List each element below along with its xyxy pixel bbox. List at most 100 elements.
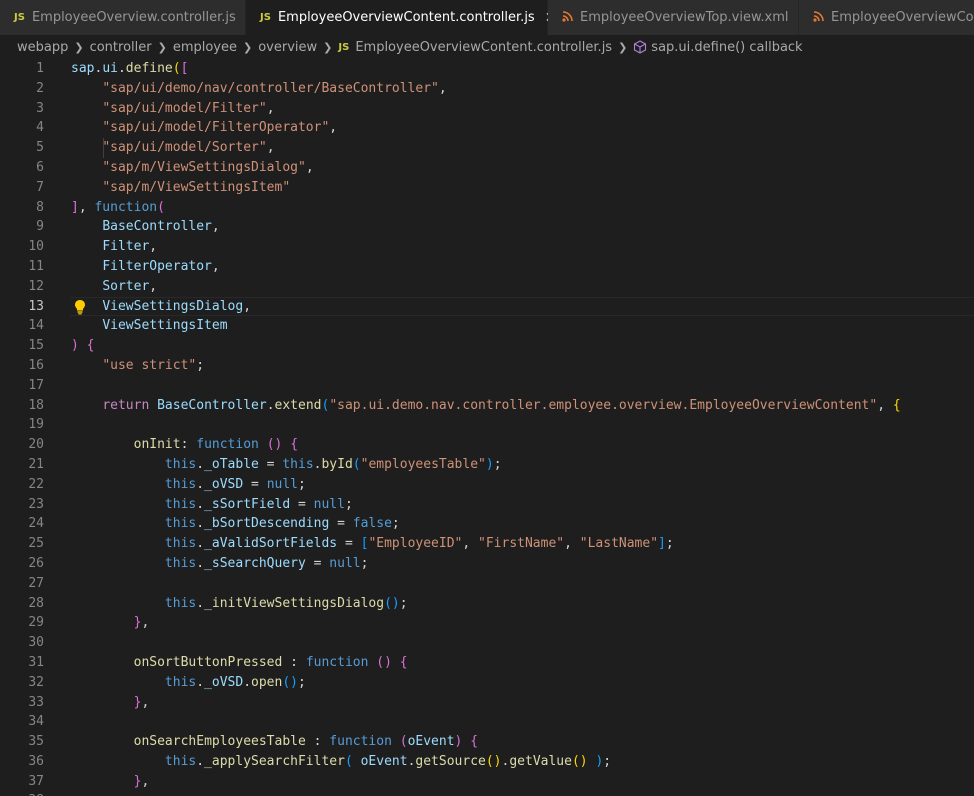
code-line[interactable]: 34 — [0, 712, 974, 732]
code-line[interactable]: 36 this._applySearchFilter( oEvent.getSo… — [0, 752, 974, 772]
code-token: ( — [352, 456, 361, 472]
code-line[interactable]: 14 ViewSettingsItem — [0, 316, 974, 336]
code-line[interactable]: 31 onSortButtonPressed : function () { — [0, 653, 974, 673]
breadcrumb-file[interactable]: EmployeeOverviewContent.controller.js — [355, 40, 612, 55]
code-token: return — [102, 397, 150, 413]
line-number: 10 — [28, 239, 44, 255]
code-line[interactable]: 26 this._sSearchQuery = null; — [0, 554, 974, 574]
code-token: false — [352, 516, 392, 532]
code-token: , — [266, 140, 275, 156]
tab-3[interactable]: EmployeeOverviewTop.view.xml — [548, 0, 799, 35]
code-line[interactable]: 6 "sap/m/ViewSettingsDialog", — [0, 158, 974, 178]
code-token: , — [141, 773, 150, 789]
code-token: this — [164, 555, 197, 571]
code-line[interactable]: 33 }, — [0, 693, 974, 713]
code-line[interactable]: 38 — [0, 791, 974, 796]
code-token: ; — [665, 536, 674, 552]
code-token: getSource — [415, 753, 486, 769]
code-token: sap — [71, 61, 95, 76]
code-token: . — [196, 555, 205, 571]
line-number: 5 — [36, 140, 44, 156]
code-line[interactable]: 24 this._bSortDescending = false; — [0, 514, 974, 534]
line-code: this._oTable = this.byId("employeesTable… — [71, 455, 502, 475]
code-editor[interactable]: 1 sap.ui.define([2 "sap/ui/demo/nav/contr… — [0, 59, 974, 796]
code-line[interactable]: 12 Sorter, — [0, 277, 974, 297]
editor-tab-bar: JS EmployeeOverview.controller.js JS Employ… — [0, 0, 974, 35]
code-line[interactable]: 9 BaseController, — [0, 217, 974, 237]
code-line[interactable]: 5 "sap/ui/model/Sorter", — [0, 138, 974, 158]
code-line[interactable]: 37 }, — [0, 772, 974, 792]
code-token: this — [164, 496, 197, 512]
code-line[interactable]: 16 "use strict"; — [0, 356, 974, 376]
line-number: 4 — [36, 120, 44, 136]
code-line[interactable]: 20 onInit: function () { — [0, 435, 974, 455]
line-number: 34 — [28, 714, 44, 730]
code-line[interactable]: 10 Filter, — [0, 237, 974, 257]
code-line[interactable]: 29 }, — [0, 613, 974, 633]
code-token: . — [196, 516, 205, 532]
line-code: this._initViewSettingsDialog(); — [71, 594, 408, 614]
lightbulb-icon[interactable] — [74, 299, 86, 315]
code-token: FilterOperator — [102, 258, 212, 274]
tab-2[interactable]: JSEmployeeOverviewContent.controller.js✕ — [246, 0, 556, 35]
breadcrumb-item[interactable]: overview — [258, 40, 317, 55]
line-code: this._sSortField = null; — [71, 495, 353, 515]
code-line[interactable]: 22 this._oVSD = null; — [0, 475, 974, 495]
line-code: ) { — [71, 336, 94, 356]
code-token: ; — [298, 476, 306, 492]
line-number: 29 — [28, 615, 44, 631]
tab-1[interactable]: JS EmployeeOverview.controller.js — [0, 0, 246, 35]
code-line[interactable]: 4 "sap/ui/model/FilterOperator", — [0, 118, 974, 138]
code-line[interactable]: 7 "sap/m/ViewSettingsItem" — [0, 178, 974, 198]
code-line[interactable]: 3 "sap/ui/model/Filter", — [0, 99, 974, 119]
code-token: : — [305, 734, 330, 750]
code-line[interactable]: 21 this._oTable = this.byId("employeesTa… — [0, 455, 974, 475]
code-line[interactable]: 18 return BaseController.extend("sap.ui.… — [0, 396, 974, 416]
code-token: _oVSD — [204, 674, 244, 690]
chevron-right-icon: ❯ — [74, 40, 84, 54]
breadcrumb-item[interactable]: controller — [90, 40, 152, 55]
code-line[interactable]: 2 "sap/ui/demo/nav/controller/BaseContro… — [0, 79, 974, 99]
code-line[interactable]: 8], function( — [0, 198, 974, 218]
code-token: . — [243, 674, 252, 690]
code-token: Filter — [102, 239, 150, 255]
code-line[interactable]: 32 this._oVSD.open(); — [0, 673, 974, 693]
code-line[interactable]: 11 FilterOperator, — [0, 257, 974, 277]
code-line[interactable]: 30 — [0, 633, 974, 653]
code-token: ) — [71, 338, 79, 354]
line-number: 36 — [28, 753, 44, 769]
code-token: "EmployeeID" — [368, 536, 463, 552]
line-code: onInit: function () { — [71, 435, 298, 455]
tab-4[interactable]: EmployeeOverviewCont — [799, 0, 974, 35]
code-line[interactable]: 19 — [0, 415, 974, 435]
code-token: () — [282, 674, 298, 690]
code-token: oEvent — [407, 734, 455, 750]
code-line[interactable]: 1 sap.ui.define([ — [0, 59, 974, 79]
code-token: getValue — [509, 753, 572, 769]
code-line[interactable]: 27 — [0, 574, 974, 594]
line-code: this._oVSD = null; — [71, 475, 306, 495]
chevron-right-icon: ❯ — [323, 40, 333, 54]
code-line[interactable]: 25 this._aValidSortFields = ["EmployeeID… — [0, 534, 974, 554]
breadcrumb-item[interactable]: employee — [173, 40, 237, 55]
js-file-icon: JS — [14, 12, 25, 23]
xml-file-icon — [562, 10, 573, 25]
code-line[interactable]: 15) { — [0, 336, 974, 356]
line-code: this._oVSD.open(); — [71, 673, 306, 693]
breadcrumb-symbol[interactable]: sap.ui.define() callback — [651, 40, 802, 55]
code-token: ; — [391, 516, 400, 532]
tab-label: EmployeeOverviewContent.controller.js — [277, 10, 535, 25]
breadcrumb-item[interactable]: webapp — [17, 40, 68, 55]
code-line[interactable]: 23 this._sSortField = null; — [0, 495, 974, 515]
line-code: Filter, — [71, 237, 157, 257]
code-token: ; — [196, 357, 205, 373]
code-line[interactable]: 17 — [0, 376, 974, 396]
code-line[interactable]: 35 onSearchEmployeesTable : function (oE… — [0, 732, 974, 752]
code-line[interactable]: 13 ViewSettingsDialog, — [0, 296, 974, 317]
code-line[interactable]: 28 this._initViewSettingsDialog(); — [0, 594, 974, 614]
